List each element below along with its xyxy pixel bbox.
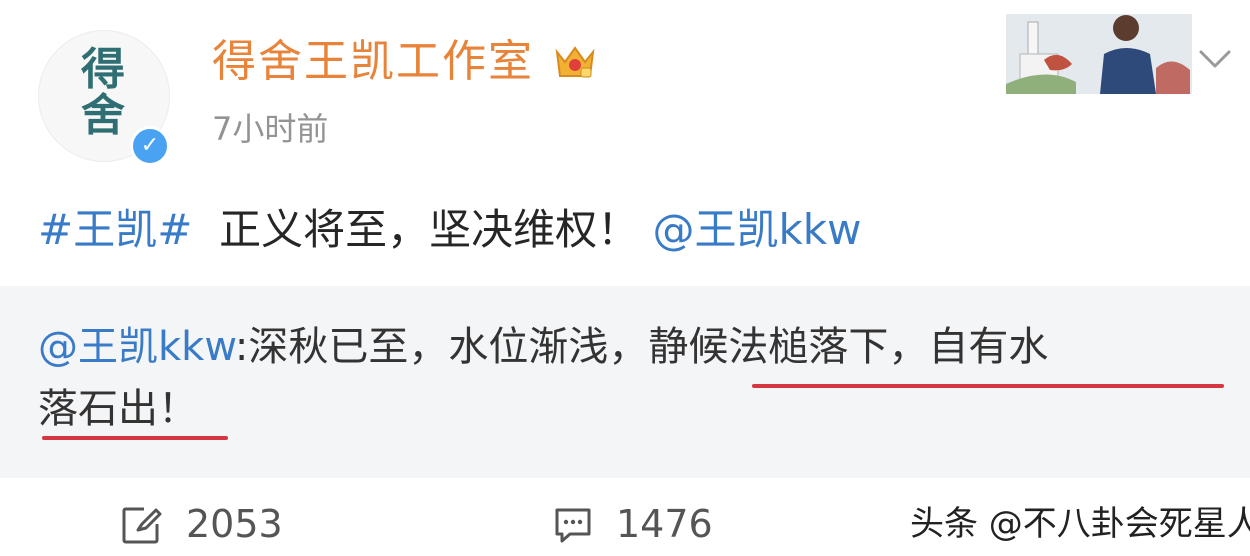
repost-highlight-text-end: 落石出！ bbox=[38, 386, 198, 432]
cover-photo[interactable] bbox=[1006, 14, 1192, 94]
watermark-text: 头条 @不八卦会死星人 bbox=[910, 504, 1250, 544]
crown-vip-icon[interactable] bbox=[554, 42, 596, 82]
post-body-text: 正义将至，坚决维权！ bbox=[219, 205, 640, 254]
post-text: #王凯# 正义将至，坚决维权！ @王凯kkw bbox=[38, 200, 861, 260]
repost-text: :深秋已至，水位渐浅， bbox=[234, 324, 649, 370]
avatar-logo: 得舍 bbox=[81, 44, 125, 141]
share-icon bbox=[122, 507, 162, 544]
repost-line-1: @王凯kkw:深秋已至，水位渐浅，静候法槌落下，自有水 bbox=[38, 320, 1048, 374]
comment-icon bbox=[555, 508, 591, 543]
verified-icon: ✓ bbox=[130, 126, 170, 166]
weibo-post: 得舍 ✓ 得舍王凯工作室 7小时前 #王凯# 正义将至，坚决维权！ @王凯kkw bbox=[0, 0, 1250, 556]
comment-count: 1476 bbox=[616, 502, 713, 546]
author-name[interactable]: 得舍王凯工作室 bbox=[212, 34, 534, 90]
repost-count: 2053 bbox=[186, 502, 283, 546]
cover-photo-image bbox=[1006, 14, 1192, 94]
hashtag-link[interactable]: #王凯# bbox=[38, 205, 192, 254]
chevron-down-icon[interactable] bbox=[1198, 48, 1232, 72]
red-underline bbox=[42, 436, 228, 440]
post-timestamp[interactable]: 7小时前 bbox=[212, 108, 328, 150]
repost-highlight-text: 静候法槌落下，自有水 bbox=[648, 324, 1049, 370]
repost-mention-link[interactable]: @王凯kkw bbox=[38, 324, 235, 370]
red-underline bbox=[752, 384, 1224, 388]
comment-button[interactable]: 1476 bbox=[552, 496, 752, 552]
mention-link[interactable]: @王凯kkw bbox=[652, 205, 861, 254]
repost-line-2: 落石出！ bbox=[38, 382, 198, 436]
repost-button[interactable]: 2053 bbox=[120, 496, 320, 552]
